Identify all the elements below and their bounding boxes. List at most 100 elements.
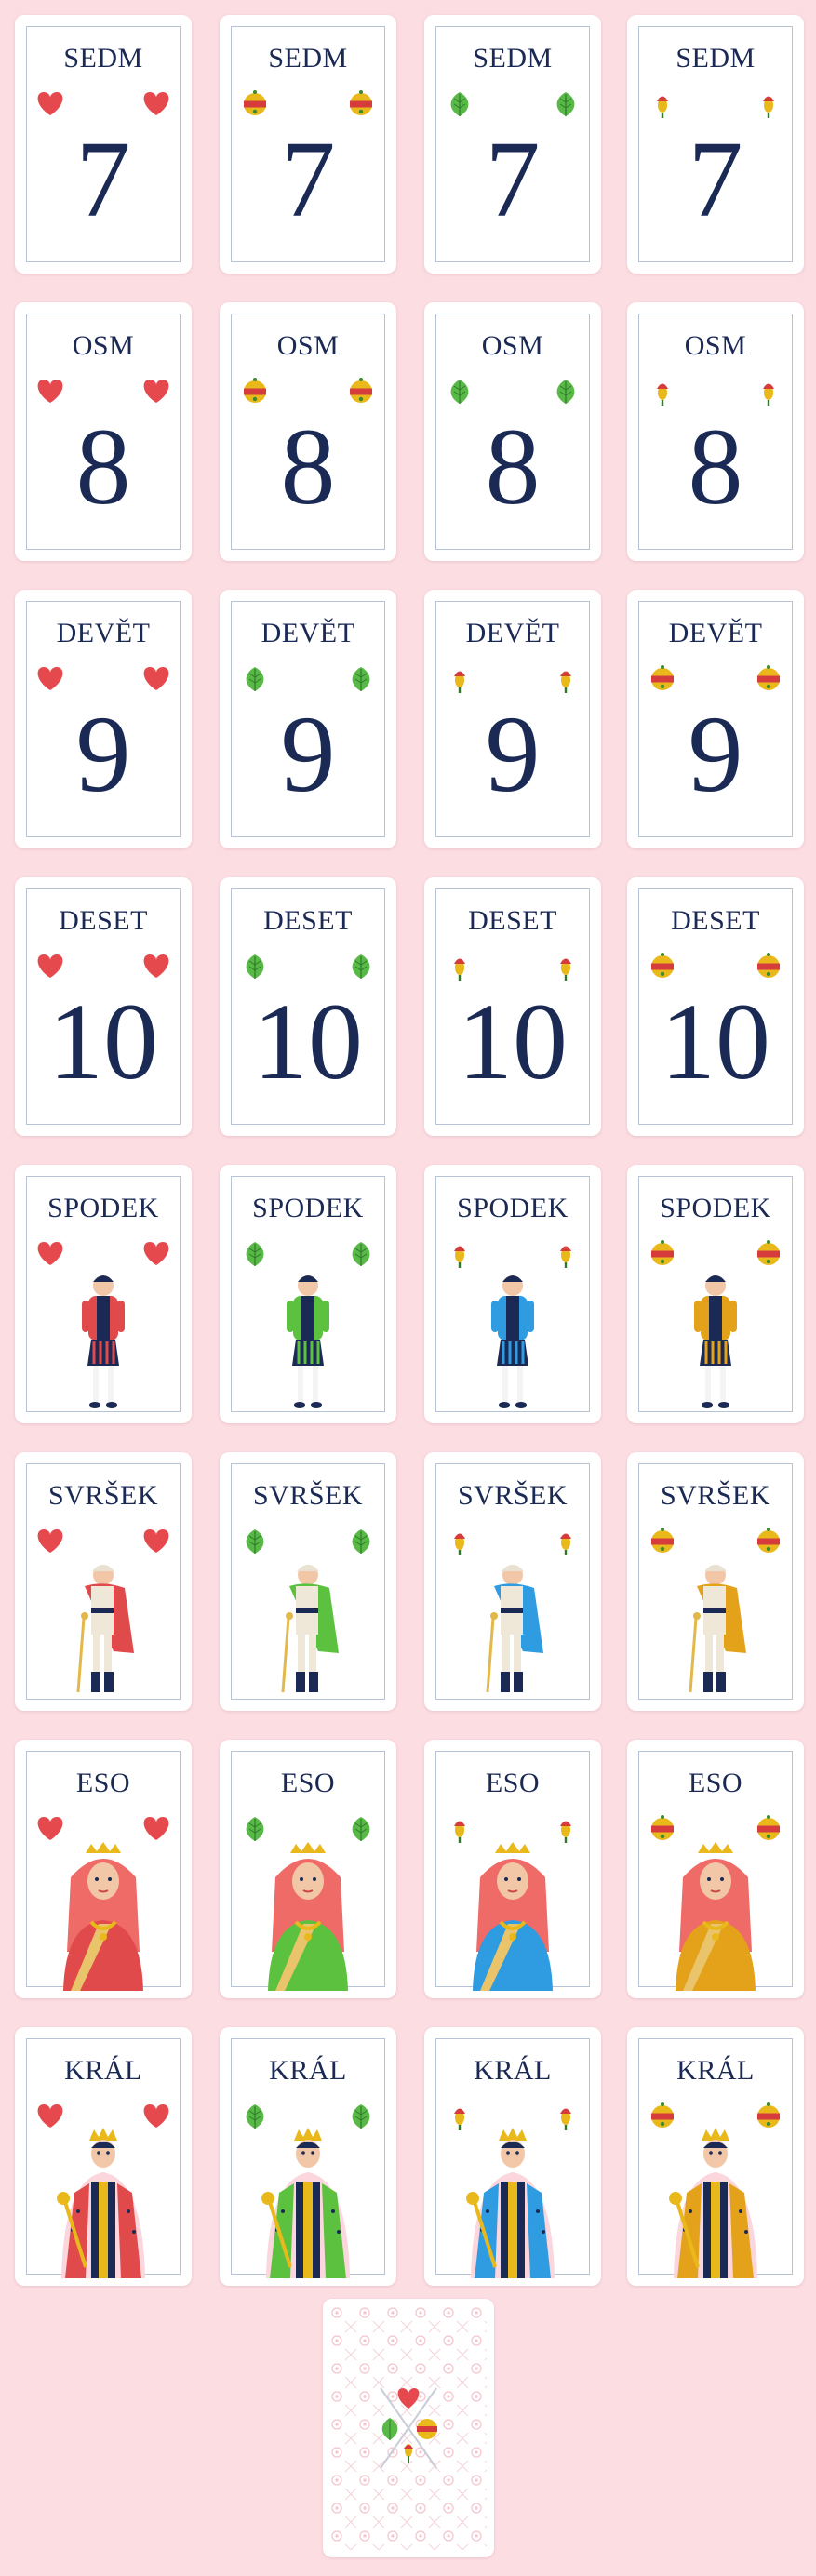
card-rank-label: SEDM: [63, 43, 143, 73]
leaf-suit-icon: [346, 664, 376, 694]
playing-card[interactable]: SVRŠEK: [15, 1452, 192, 1711]
card-back[interactable]: [323, 2299, 494, 2557]
playing-card[interactable]: SPODEK: [15, 1165, 192, 1423]
playing-card[interactable]: SVRŠEK: [627, 1452, 804, 1711]
card-rank-label: DESET: [468, 905, 557, 936]
heart-suit-icon: [35, 377, 65, 407]
playing-card[interactable]: DEVĚT 9: [15, 590, 192, 848]
card-rank-label: SEDM: [473, 43, 553, 73]
playing-card[interactable]: KRÁL: [220, 2027, 396, 2286]
playing-card[interactable]: SEDM 7: [424, 15, 601, 274]
card-rank-label: KRÁL: [676, 2055, 755, 2086]
bell-suit-icon: [754, 952, 783, 981]
playing-card[interactable]: DESET 10: [424, 877, 601, 1136]
king-figure-illustration: [452, 2128, 573, 2278]
playing-card[interactable]: SEDM 7: [15, 15, 192, 274]
acorn-suit-icon: [754, 377, 783, 407]
acorn-suit-icon: [445, 664, 475, 694]
card-value: 9: [280, 693, 336, 815]
over-figure-illustration: [43, 1553, 164, 1703]
playing-card[interactable]: DESET 10: [15, 877, 192, 1136]
playing-card[interactable]: KRÁL: [627, 2027, 804, 2286]
heart-suit-icon: [141, 952, 171, 981]
under-figure-illustration: [43, 1265, 164, 1416]
king-figure-illustration: [247, 2128, 368, 2278]
playing-card[interactable]: ESO: [627, 1740, 804, 1998]
card-rank-label: ESO: [280, 1768, 336, 1798]
card-value: 10: [458, 981, 568, 1102]
card-value: 9: [688, 693, 743, 815]
playing-card[interactable]: SVRŠEK: [424, 1452, 601, 1711]
heart-suit-icon: [35, 89, 65, 119]
card-value: 7: [688, 118, 743, 240]
playing-card[interactable]: OSM 8: [424, 302, 601, 561]
card-rank-label: SPODEK: [252, 1193, 364, 1223]
king-figure-illustration: [43, 2128, 164, 2278]
playing-card[interactable]: SPODEK: [424, 1165, 601, 1423]
playing-card[interactable]: SPODEK: [220, 1165, 396, 1423]
king-figure-illustration: [655, 2128, 776, 2278]
card-value: 8: [75, 406, 131, 527]
acorn-suit-icon: [648, 377, 677, 407]
heart-suit-icon: [141, 89, 171, 119]
under-figure-illustration: [452, 1265, 573, 1416]
queen-figure-illustration: [247, 1840, 368, 1991]
card-rank-label: SEDM: [268, 43, 348, 73]
card-rank-label: DESET: [671, 905, 760, 936]
acorn-suit-icon: [754, 89, 783, 119]
playing-card[interactable]: KRÁL: [424, 2027, 601, 2286]
card-rank-label: SVRŠEK: [457, 1480, 569, 1511]
bell-suit-icon: [240, 89, 270, 119]
playing-card[interactable]: SVRŠEK: [220, 1452, 396, 1711]
playing-card[interactable]: ESO: [15, 1740, 192, 1998]
playing-card[interactable]: DEVĚT 9: [220, 590, 396, 848]
bell-suit-icon: [648, 952, 677, 981]
acorn-suit-icon: [551, 952, 581, 981]
playing-card[interactable]: SEDM 7: [220, 15, 396, 274]
card-rank-label: KRÁL: [269, 2055, 347, 2086]
bell-suit-icon: [346, 89, 376, 119]
playing-card[interactable]: DEVĚT 9: [627, 590, 804, 848]
card-rank-label: KRÁL: [64, 2055, 142, 2086]
queen-figure-illustration: [43, 1840, 164, 1991]
card-value: 9: [75, 693, 131, 815]
queen-figure-illustration: [452, 1840, 573, 1991]
playing-card[interactable]: SPODEK: [627, 1165, 804, 1423]
acorn-suit-icon: [551, 664, 581, 694]
playing-card[interactable]: DESET 10: [220, 877, 396, 1136]
playing-card[interactable]: OSM 8: [627, 302, 804, 561]
over-figure-illustration: [655, 1553, 776, 1703]
card-rank-label: OSM: [276, 330, 340, 361]
leaf-suit-icon: [240, 952, 270, 981]
card-rank-label: OSM: [481, 330, 544, 361]
bell-suit-icon: [648, 664, 677, 694]
bell-suit-icon: [346, 377, 376, 407]
over-figure-illustration: [452, 1553, 573, 1703]
card-value: 9: [485, 693, 541, 815]
leaf-suit-icon: [445, 377, 475, 407]
card-value: 10: [661, 981, 770, 1102]
playing-card[interactable]: SEDM 7: [627, 15, 804, 274]
playing-card[interactable]: ESO: [424, 1740, 601, 1998]
card-rank-label: SEDM: [676, 43, 756, 73]
card-value: 8: [688, 406, 743, 527]
card-value: 8: [485, 406, 541, 527]
playing-card[interactable]: DESET 10: [627, 877, 804, 1136]
playing-card[interactable]: DEVĚT 9: [424, 590, 601, 848]
card-rank-label: DEVĚT: [56, 618, 151, 648]
card-rank-label: SPODEK: [660, 1193, 771, 1223]
playing-card[interactable]: OSM 8: [15, 302, 192, 561]
card-value: 7: [485, 118, 541, 240]
acorn-suit-icon: [648, 89, 677, 119]
card-back-icon: [323, 2299, 494, 2557]
card-rank-label: SVRŠEK: [47, 1480, 159, 1511]
playing-card[interactable]: KRÁL: [15, 2027, 192, 2286]
card-rank-label: OSM: [684, 330, 747, 361]
playing-card[interactable]: ESO: [220, 1740, 396, 1998]
card-rank-label: SVRŠEK: [252, 1480, 364, 1511]
playing-card[interactable]: OSM 8: [220, 302, 396, 561]
heart-suit-icon: [141, 377, 171, 407]
acorn-suit-icon: [445, 952, 475, 981]
leaf-suit-icon: [551, 89, 581, 119]
card-rank-label: SVRŠEK: [660, 1480, 771, 1511]
